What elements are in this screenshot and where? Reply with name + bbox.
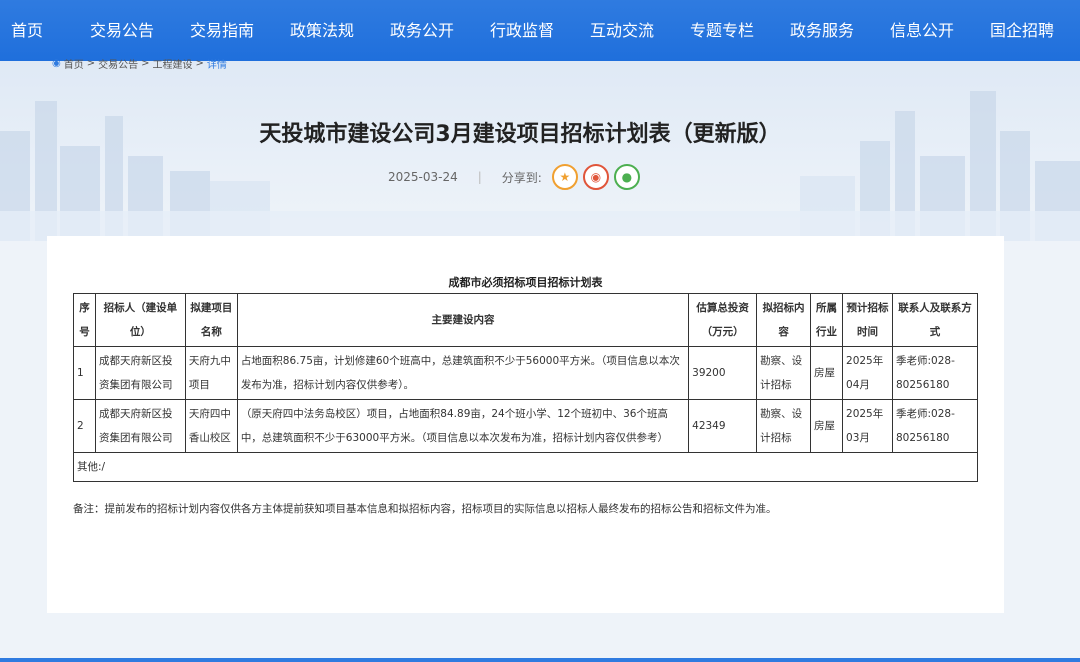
cell-content: 占地面积86.75亩，计划修建60个班高中，总建筑面积不少于56000平方米。（… (236, 346, 690, 400)
header-owner: 招标人（建设单位） (94, 293, 186, 347)
cell-scope: 勘察、设计招标 (756, 399, 812, 453)
cell-project: 天府四中香山校区 (184, 399, 238, 453)
cell-invest: 39200 (688, 346, 758, 400)
meta-divider: | (477, 170, 482, 184)
city-skyline-illustration (0, 91, 1080, 241)
nav-item-policy[interactable]: 政策法规 (272, 0, 372, 61)
table-row-other: 其他:/ (73, 452, 978, 482)
bottom-border (0, 658, 1080, 662)
footnote: 备注：提前发布的招标计划内容仅供各方主体提前获知项目基本信息和拟招标内容，招标项… (73, 503, 777, 515)
breadcrumb-sep: > (141, 58, 150, 69)
header-invest: 估算总投资（万元） (688, 293, 758, 347)
cell-contact: 季老师:028-80256180 (891, 399, 979, 453)
cell-invest: 42349 (688, 399, 758, 453)
cell-time: 2025年03月 (842, 399, 893, 453)
bid-plan-table: 序号 招标人（建设单位） 拟建项目名称 主要建设内容 估算总投资（万元） 拟招标… (73, 293, 979, 482)
cell-industry: 房屋 (810, 346, 844, 400)
nav-item-guide[interactable]: 交易指南 (172, 0, 272, 61)
cell-no: 1 (73, 346, 96, 400)
nav-item-services[interactable]: 政务服务 (772, 0, 872, 61)
cell-scope: 勘察、设计招标 (756, 346, 812, 400)
header-contact: 联系人及联系方式 (891, 293, 979, 347)
breadcrumb-current: 详情 (206, 60, 227, 71)
share-label: 分享到: (501, 170, 542, 185)
cell-content: （原天府四中法务岛校区）项目，占地面积84.89亩，24个班小学、12个班初中、… (236, 399, 690, 453)
cell-time: 2025年04月 (842, 346, 893, 400)
nav-item-topics[interactable]: 专题专栏 (672, 0, 772, 61)
weibo-icon[interactable]: ◉ (582, 164, 609, 190)
header-scope: 拟招标内容 (756, 293, 812, 347)
location-pin-icon: ◉ (52, 58, 61, 69)
nav-item-announcements[interactable]: 交易公告 (72, 0, 172, 61)
top-nav: 首页 交易公告 交易指南 政策法规 政务公开 行政监督 互动交流 专题专栏 政务… (0, 0, 1080, 61)
cell-project: 天府九中项目 (184, 346, 238, 400)
header-project: 拟建项目名称 (184, 293, 238, 347)
nav-item-supervision[interactable]: 行政监督 (472, 0, 572, 61)
table-caption: 成都市必须招标项目招标计划表 (448, 276, 603, 289)
cell-no: 2 (73, 399, 96, 453)
table-header-row: 序号 招标人（建设单位） 拟建项目名称 主要建设内容 估算总投资（万元） 拟招标… (73, 293, 979, 347)
cell-owner: 成都天府新区投资集团有限公司 (94, 346, 186, 400)
cell-contact: 季老师:028-80256180 (891, 346, 979, 400)
nav-item-info[interactable]: 信息公开 (872, 0, 972, 61)
page-title: 天投城市建设公司3月建设项目招标计划表（更新版） (259, 122, 781, 147)
nav-item-home[interactable]: 首页 (0, 0, 54, 61)
breadcrumb: ◉ 首页 > 交易公告 > 工程建设 > 详情 (52, 56, 227, 71)
nav-item-gov-affairs[interactable]: 政务公开 (372, 0, 472, 61)
table-row: 2 成都天府新区投资集团有限公司 天府四中香山校区 （原天府四中法务岛校区）项目… (73, 399, 979, 453)
nav-item-interaction[interactable]: 互动交流 (572, 0, 672, 61)
header-no: 序号 (73, 293, 96, 347)
breadcrumb-sep: > (86, 58, 96, 69)
star-icon[interactable]: ★ (551, 164, 578, 190)
cell-other: 其他:/ (73, 452, 978, 482)
breadcrumb-home[interactable]: 首页 (64, 56, 84, 71)
header-content: 主要建设内容 (236, 293, 690, 347)
hero-banner (0, 61, 1080, 241)
cell-industry: 房屋 (810, 399, 844, 453)
article-meta: 2025-03-24 | 分享到: ★ ◉ ● (388, 164, 640, 190)
breadcrumb-sep: > (195, 58, 204, 69)
cell-owner: 成都天府新区投资集团有限公司 (94, 399, 186, 453)
publish-date: 2025-03-24 (388, 170, 458, 184)
breadcrumb-engineering[interactable]: 工程建设 (153, 56, 193, 71)
wechat-icon[interactable]: ● (613, 164, 640, 190)
header-time: 预计招标时间 (842, 293, 893, 347)
nav-item-recruit[interactable]: 国企招聘 (972, 0, 1072, 61)
table-row: 1 成都天府新区投资集团有限公司 天府九中项目 占地面积86.75亩，计划修建6… (73, 346, 979, 400)
breadcrumb-announcements[interactable]: 交易公告 (98, 56, 138, 71)
content-card: 成都市必须招标项目招标计划表 序号 招标人（建设单位） 拟建项目名称 主要建设内… (47, 236, 1004, 613)
header-industry: 所属行业 (810, 293, 844, 347)
